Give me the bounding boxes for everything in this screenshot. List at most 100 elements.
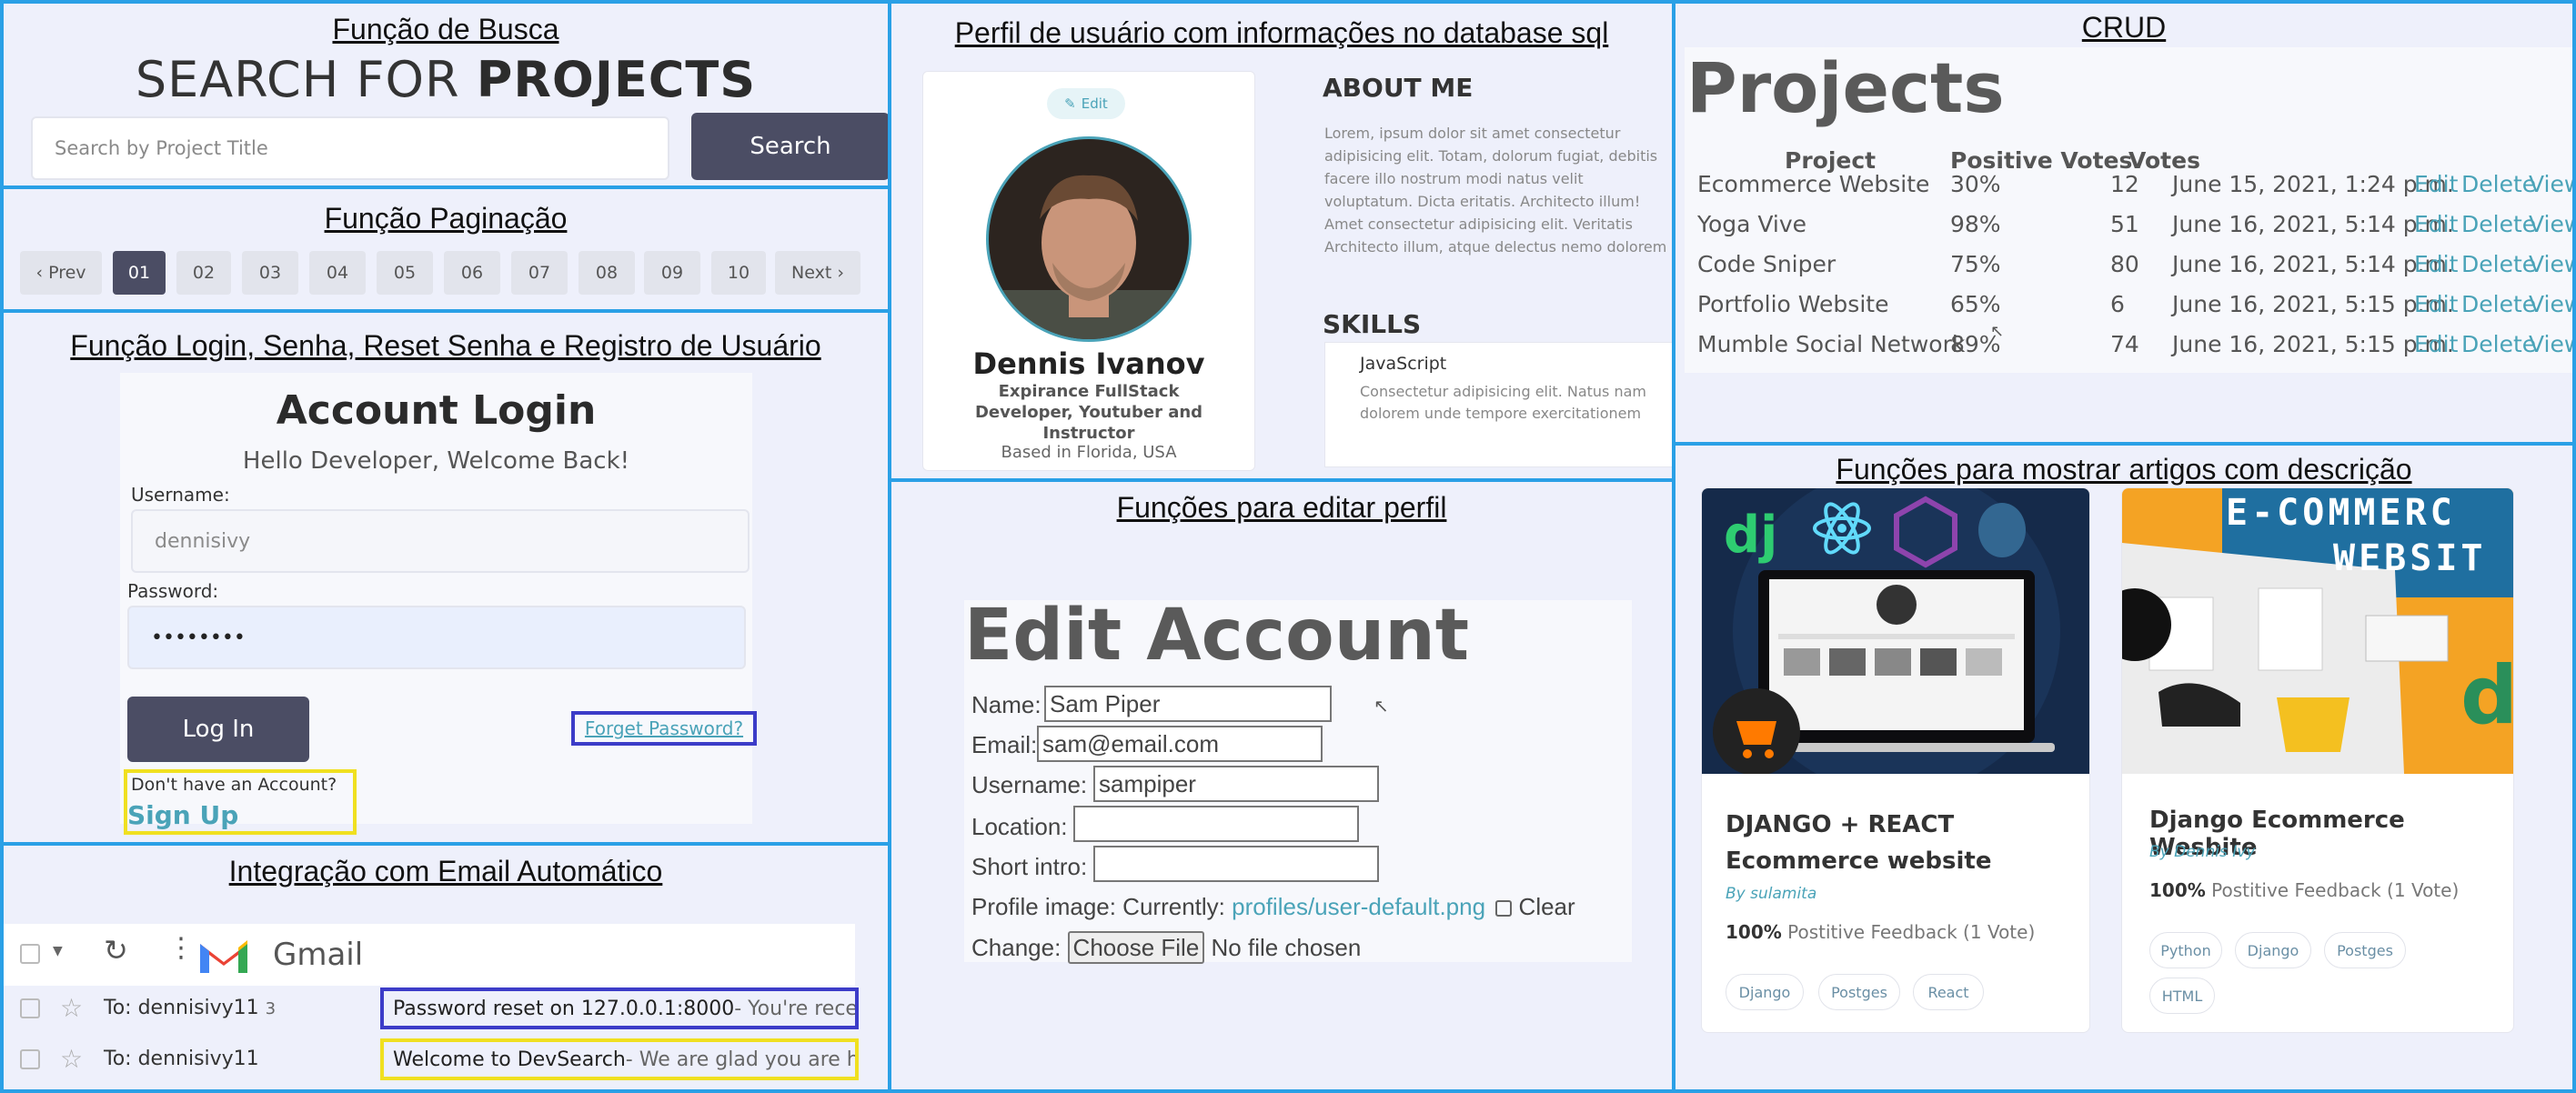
forgot-password-link[interactable]: Forget Password?	[571, 711, 757, 746]
page-button[interactable]: 04	[309, 251, 366, 295]
cursor-icon: ↖	[1374, 695, 1389, 717]
page-button[interactable]: 05	[377, 251, 433, 295]
panel-title: Funções para editar perfil	[1116, 491, 1447, 524]
article-author: By sulamita	[1726, 885, 1817, 903]
page-button[interactable]: 08	[579, 251, 635, 295]
cell-date: June 16, 2021, 5:15 p.m.	[2172, 331, 2454, 357]
page-button[interactable]: 07	[511, 251, 568, 295]
pagination-next[interactable]: Next ›	[775, 251, 860, 295]
search-button-label: Search	[750, 133, 831, 160]
cell-date: June 15, 2021, 1:24 p.m.	[2172, 171, 2454, 197]
delete-link[interactable]: Delete	[2461, 171, 2536, 197]
delete-link[interactable]: Delete	[2461, 251, 2536, 277]
cell-positive: 65%	[1950, 291, 2001, 317]
page-label: 10	[727, 263, 750, 283]
tag-label: Postges	[2337, 941, 2393, 959]
row-checkbox[interactable]	[20, 998, 40, 1018]
location-label: Location:	[971, 813, 1068, 840]
page-button[interactable]: 01	[113, 251, 166, 295]
page-button[interactable]: 09	[644, 251, 700, 295]
tag[interactable]: HTML	[2149, 978, 2215, 1014]
intro-label: Short intro:	[971, 853, 1088, 880]
panel-login: Função Login, Senha, Reset Senha e Regis…	[0, 309, 891, 846]
panel-edit: Funções para editar perfil Edit Account …	[888, 478, 1675, 1093]
more-vert-icon[interactable]: ⋮	[167, 935, 195, 962]
email-row[interactable]: ☆ To: dennisivy11 3 Password reset on 12…	[4, 988, 859, 1029]
username-input[interactable]: sampiper	[1093, 766, 1379, 802]
select-all-checkbox[interactable]	[20, 944, 40, 964]
username-field[interactable]: dennisivy	[131, 509, 750, 573]
edit-form: Edit Account Name: Sam Piper ↖ Email: sa…	[964, 595, 1632, 964]
email-to-text: To: dennisivy11	[104, 1048, 259, 1070]
star-icon[interactable]: ☆	[60, 1044, 83, 1074]
star-icon[interactable]: ☆	[60, 993, 83, 1023]
prev-label: ‹ Prev	[35, 263, 86, 283]
cell-date: June 16, 2021, 5:14 p.m.	[2172, 251, 2454, 277]
pagination-prev[interactable]: ‹ Prev	[20, 251, 102, 295]
view-link[interactable]: View	[2529, 251, 2572, 277]
cell-project: Ecommerce Website	[1697, 171, 1930, 197]
search-heading: SEARCH FOR PROJECTS	[4, 51, 888, 108]
tag-label: React	[1927, 983, 1969, 1001]
tag[interactable]: Django	[2235, 932, 2311, 968]
article-card[interactable]: dj DJANGO + REACT Ecommerce website By s…	[1701, 487, 2090, 1033]
tag[interactable]: Python	[2149, 932, 2222, 968]
email-to: To: dennisivy11	[104, 1048, 259, 1070]
edit-link[interactable]: Edit	[2414, 211, 2458, 237]
search-button[interactable]: Search	[691, 113, 888, 180]
article-card[interactable]: dj E-COMMERC WEBSIT Django Ecommerce Wes…	[2121, 487, 2514, 1033]
signup-link[interactable]: Sign Up	[127, 800, 238, 830]
about-paragraph: Amet consectetur adipisicing elit. Verit…	[1324, 216, 1667, 256]
cell-project: Code Sniper	[1697, 251, 1836, 277]
image-link[interactable]: profiles/user-default.png	[1232, 893, 1485, 920]
refresh-icon[interactable]: ↻	[104, 933, 128, 968]
view-link[interactable]: View	[2529, 291, 2572, 317]
panel-title: CRUD	[2081, 11, 2167, 44]
edit-profile-button[interactable]: ✎ Edit	[1047, 88, 1125, 119]
page-button[interactable]: 06	[444, 251, 500, 295]
login-form: Account Login Hello Developer, Welcome B…	[120, 373, 757, 835]
edit-link[interactable]: Edit	[2414, 171, 2458, 197]
page-button[interactable]: 03	[242, 251, 298, 295]
email-row[interactable]: ☆ To: dennisivy11 Welcome to DevSearch -…	[4, 1038, 859, 1080]
edit-link[interactable]: Edit	[2414, 291, 2458, 317]
feedback-pct: 100%	[2149, 879, 2206, 901]
feedback-text: Postitive Feedback (1 Vote)	[2205, 879, 2460, 901]
cell-positive: 30%	[1950, 171, 2001, 197]
delete-link[interactable]: Delete	[2461, 211, 2536, 237]
login-button[interactable]: Log In	[127, 697, 309, 762]
location-input[interactable]	[1073, 806, 1359, 842]
login-title: Account Login	[276, 387, 597, 434]
cell-votes: 6	[2110, 291, 2125, 317]
view-link[interactable]: View	[2529, 171, 2572, 197]
choose-file-button[interactable]: Choose File	[1067, 931, 1205, 964]
search-heading-light: SEARCH FOR	[135, 51, 477, 108]
change-label: Change:	[971, 934, 1062, 961]
clear-checkbox[interactable]	[1495, 900, 1513, 918]
delete-link[interactable]: Delete	[2461, 331, 2536, 357]
name-input[interactable]: Sam Piper	[1044, 686, 1332, 722]
edit-link[interactable]: Edit	[2414, 331, 2458, 357]
page-button[interactable]: 02	[176, 251, 231, 295]
tag[interactable]: React	[1913, 974, 1984, 1010]
view-link[interactable]: View	[2529, 211, 2572, 237]
password-value: ••••••••	[151, 626, 246, 649]
crud-title: Projects	[1686, 47, 2005, 128]
username-label: Username:	[971, 771, 1088, 798]
article-title-line: Ecommerce website	[1726, 847, 1992, 875]
tag[interactable]: Postges	[1818, 974, 1900, 1010]
edit-link[interactable]: Edit	[2414, 251, 2458, 277]
tag[interactable]: Django	[1726, 974, 1804, 1010]
chevron-down-icon[interactable]: ▼	[53, 944, 63, 958]
search-input[interactable]: Search by Project Title	[31, 116, 669, 180]
intro-input[interactable]	[1093, 846, 1379, 882]
page-label: 06	[460, 263, 484, 283]
password-field[interactable]: ••••••••	[127, 606, 746, 669]
view-link[interactable]: View	[2529, 331, 2572, 357]
tag[interactable]: Postges	[2324, 932, 2406, 968]
panel-title: Funções para mostrar artigos com descriç…	[1836, 453, 2412, 486]
email-input[interactable]: sam@email.com	[1037, 726, 1323, 762]
page-button[interactable]: 10	[711, 251, 766, 295]
row-checkbox[interactable]	[20, 1049, 40, 1069]
delete-link[interactable]: Delete	[2461, 291, 2536, 317]
